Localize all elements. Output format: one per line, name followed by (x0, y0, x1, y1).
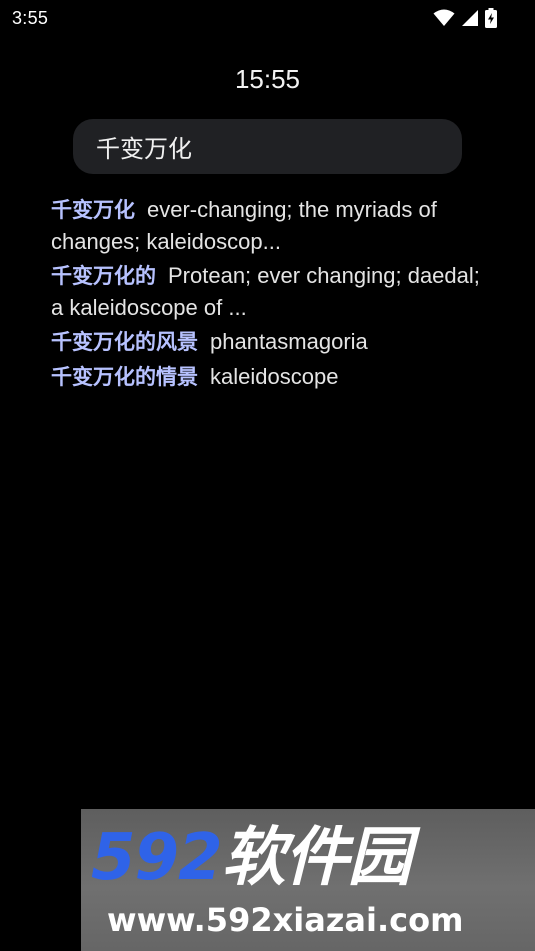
battery-charging-icon (485, 8, 497, 28)
clock: 15:55 (234, 64, 301, 94)
result-term: 千变万化的 (51, 264, 156, 288)
result-item[interactable]: 千变万化的 Protean; ever changing; daedal; a k… (51, 260, 496, 323)
result-definition: kaleidoscope (210, 364, 339, 389)
watermark-url: www.592xiazai.com (107, 901, 464, 939)
watermark-logo-number: 592 (91, 821, 223, 895)
watermark: 592软件园 www.592xiazai.com (81, 809, 535, 951)
result-definition: phantasmagoria (210, 329, 368, 354)
result-term: 千变万化的风景 (51, 330, 198, 354)
watermark-logo-text: 软件园 (221, 821, 412, 895)
signal-icon (461, 9, 479, 27)
status-time: 3:55 (12, 8, 49, 28)
watermark-logo: 592软件园 (91, 821, 412, 895)
status-bar: 3:55 (0, 0, 535, 38)
status-icons (433, 7, 497, 29)
wifi-icon (433, 9, 455, 27)
result-term: 千变万化的情景 (51, 365, 198, 389)
result-item[interactable]: 千变万化的情景 kaleidoscope (51, 361, 496, 393)
results-list: 千变万化 ever-changing; the myriads of change… (51, 194, 496, 396)
result-term: 千变万化 (51, 198, 135, 222)
result-item[interactable]: 千变万化 ever-changing; the myriads of change… (51, 194, 496, 257)
search-input[interactable]: 千变万化 (73, 119, 462, 174)
search-query-text: 千变万化 (96, 135, 192, 163)
result-item[interactable]: 千变万化的风景 phantasmagoria (51, 326, 496, 358)
